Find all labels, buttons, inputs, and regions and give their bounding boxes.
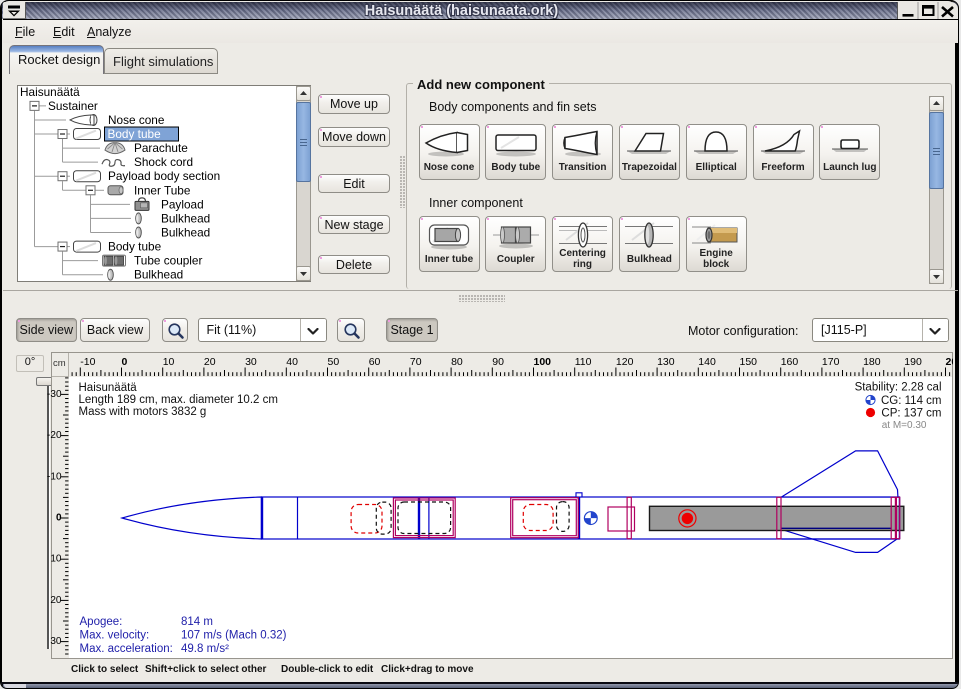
svg-text:180: 180 (863, 356, 881, 368)
svg-text:-20: -20 (47, 430, 62, 441)
svg-text:160: 160 (780, 356, 798, 368)
svg-text:Max. velocity:: Max. velocity: (79, 629, 149, 641)
svg-text:170: 170 (821, 356, 839, 368)
svg-text:Inner Tube: Inner Tube (134, 183, 191, 197)
svg-text:0: 0 (121, 356, 127, 368)
svg-text:49.8 m/s²: 49.8 m/s² (181, 643, 229, 655)
svg-text:Mass with motors 3832 g: Mass with motors 3832 g (78, 406, 206, 418)
svg-text:120: 120 (615, 356, 633, 368)
svg-text:Haisunäätä: Haisunäätä (78, 382, 137, 394)
svg-text:Body tube: Body tube (108, 239, 162, 253)
svg-text:814 m: 814 m (181, 616, 213, 628)
svg-text:50: 50 (327, 356, 339, 368)
svg-text:-30: -30 (47, 388, 62, 399)
svg-text:30: 30 (50, 636, 62, 647)
svg-text:Payload body section: Payload body section (108, 169, 220, 183)
svg-text:CP: 137 cm: CP: 137 cm (881, 407, 941, 419)
svg-text:-10: -10 (47, 471, 62, 482)
svg-text:at M=0.30: at M=0.30 (881, 420, 926, 431)
svg-text:Haisunäätä: Haisunäätä (20, 86, 80, 99)
svg-text:Length 189 cm, max. diameter 1: Length 189 cm, max. diameter 10.2 cm (78, 394, 277, 406)
svg-text:10: 10 (162, 356, 174, 368)
svg-text:140: 140 (698, 356, 716, 368)
svg-text:Nose cone: Nose cone (108, 112, 165, 126)
svg-text:40: 40 (286, 356, 298, 368)
svg-text:Sustainer: Sustainer (48, 98, 98, 112)
svg-text:190: 190 (904, 356, 922, 368)
svg-text:107 m/s (Mach 0.32): 107 m/s (Mach 0.32) (181, 629, 287, 641)
svg-text:150: 150 (739, 356, 757, 368)
svg-text:30: 30 (245, 356, 257, 368)
svg-text:130: 130 (657, 356, 675, 368)
svg-text:80: 80 (451, 356, 463, 368)
svg-text:Body tube: Body tube (108, 127, 162, 141)
svg-text:200: 200 (945, 356, 953, 368)
svg-text:20: 20 (203, 356, 215, 368)
svg-text:90: 90 (492, 356, 504, 368)
svg-text:Shock cord: Shock cord (134, 155, 193, 169)
svg-text:Bulkhead: Bulkhead (161, 211, 210, 225)
svg-text:Bulkhead: Bulkhead (161, 225, 210, 239)
svg-text:Max. acceleration:: Max. acceleration: (79, 643, 172, 655)
svg-text:60: 60 (368, 356, 380, 368)
svg-text:70: 70 (409, 356, 421, 368)
svg-text:Payload: Payload (161, 197, 204, 211)
svg-text:-10: -10 (80, 356, 95, 368)
svg-text:10: 10 (50, 553, 62, 564)
svg-text:CG: 114 cm: CG: 114 cm (881, 395, 942, 407)
svg-text:Tube coupler: Tube coupler (134, 253, 202, 267)
svg-text:0: 0 (56, 512, 62, 523)
svg-text:100: 100 (533, 356, 551, 368)
svg-text:Stability: 2.28 cal: Stability: 2.28 cal (854, 381, 941, 393)
svg-text:Apogee:: Apogee: (79, 616, 122, 628)
svg-text:20: 20 (50, 594, 62, 605)
svg-text:110: 110 (574, 356, 591, 368)
svg-text:Bulkhead: Bulkhead (134, 267, 183, 280)
svg-text:Parachute: Parachute (134, 141, 188, 155)
